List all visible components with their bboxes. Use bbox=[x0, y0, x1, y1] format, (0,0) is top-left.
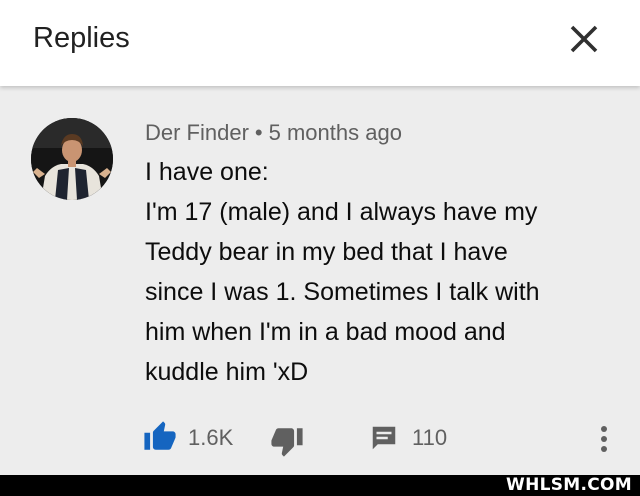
comment-line: him when I'm in a bad mood and bbox=[145, 318, 506, 346]
dislike-button[interactable] bbox=[270, 424, 304, 458]
page-title: Replies bbox=[33, 22, 130, 54]
comment-actions: 1.6K 110 bbox=[0, 416, 640, 460]
comment-line: Teddy bear in my bed that I have bbox=[145, 238, 508, 266]
comment-meta: Der Finder • 5 months ago bbox=[145, 118, 402, 148]
comment-line: since I was 1. Sometimes I talk with bbox=[145, 278, 540, 306]
thumbs-down-icon bbox=[271, 428, 303, 457]
avatar[interactable] bbox=[31, 118, 113, 200]
reply-count: 110 bbox=[412, 425, 448, 450]
close-button[interactable] bbox=[566, 21, 602, 57]
meta-separator: • bbox=[254, 120, 263, 145]
reply-button[interactable] bbox=[369, 423, 399, 453]
comment-line: I'm 17 (male) and I always have my bbox=[145, 198, 538, 226]
comment-icon bbox=[372, 426, 396, 450]
more-options-button[interactable] bbox=[590, 422, 618, 456]
watermark-bar: WHLSM.COM bbox=[0, 475, 640, 496]
close-icon bbox=[570, 25, 598, 53]
comment-text: I have one: I'm 17 (male) and I always h… bbox=[145, 152, 615, 392]
replies-header: Replies bbox=[0, 0, 640, 86]
comment-line: I have one: bbox=[145, 158, 269, 186]
more-vert-icon bbox=[601, 426, 607, 452]
like-count: 1.6K bbox=[188, 425, 234, 450]
watermark-text: WHLSM.COM bbox=[506, 475, 632, 495]
comment-author[interactable]: Der Finder bbox=[145, 120, 249, 145]
like-button[interactable] bbox=[143, 420, 177, 454]
comment-line: kuddle him 'xD bbox=[145, 358, 309, 386]
thumbs-up-icon bbox=[144, 421, 176, 450]
comment-timestamp: 5 months ago bbox=[268, 120, 402, 145]
